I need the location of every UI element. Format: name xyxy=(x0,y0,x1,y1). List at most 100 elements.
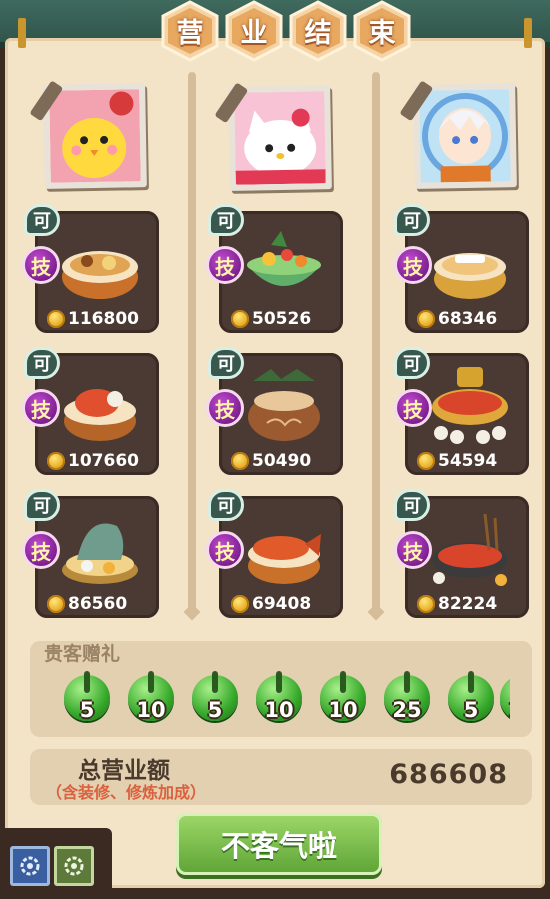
coin-icon xyxy=(47,595,65,613)
guest-avatar-2[interactable] xyxy=(214,82,332,191)
dish-price: 116800 xyxy=(47,309,157,329)
available-badge: 可 xyxy=(208,489,244,521)
jade-gift-icon[interactable]: 10 xyxy=(254,671,304,727)
jade-gift-icon[interactable]: 10 xyxy=(498,671,510,727)
available-badge-label: 可 xyxy=(33,496,51,517)
coin-icon xyxy=(231,595,249,613)
jade-gift-icon[interactable]: 5 xyxy=(62,671,112,727)
dish-price: 107660 xyxy=(47,451,157,471)
skill-badge: 技 xyxy=(22,389,60,427)
noodle-pot-dish-icon xyxy=(62,251,138,299)
gear-icon[interactable] xyxy=(54,846,94,886)
skill-badge: 技 xyxy=(206,531,244,569)
dish-price-value: 69408 xyxy=(252,594,312,614)
skill-badge-label: 技 xyxy=(215,254,235,279)
skill-badge: 技 xyxy=(394,246,432,284)
jade-gift-icon[interactable]: 10 xyxy=(318,671,368,727)
dish-price: 86560 xyxy=(47,594,157,614)
title-hex-3: 结 xyxy=(288,0,348,62)
gift-count: 10 xyxy=(136,698,166,722)
dish-price-value: 107660 xyxy=(68,451,139,471)
hotpot-feast-dish-icon xyxy=(432,367,508,444)
coin-icon xyxy=(47,452,65,470)
dish-price: 54594 xyxy=(417,451,527,471)
coin-icon xyxy=(417,452,435,470)
title-hex-2: 业 xyxy=(224,0,284,62)
skill-badge-label: 技 xyxy=(215,539,235,564)
available-badge: 可 xyxy=(24,489,60,521)
available-badge: 可 xyxy=(394,204,430,236)
available-badge-label: 可 xyxy=(403,496,421,517)
column-divider-1 xyxy=(188,72,196,616)
coin-icon xyxy=(417,310,435,328)
skill-badge: 技 xyxy=(22,531,60,569)
skill-badge-label: 技 xyxy=(215,397,235,422)
dish-price: 82224 xyxy=(417,594,527,614)
corner-toolbar xyxy=(0,828,112,899)
skill-badge-label: 技 xyxy=(31,254,51,279)
white-hair-boy-avatar-icon xyxy=(419,89,511,183)
salad-bowl-dish-icon xyxy=(247,231,321,286)
skill-badge-label: 技 xyxy=(403,254,423,279)
dish-price: 50526 xyxy=(231,309,341,329)
skill-badge: 技 xyxy=(394,531,432,569)
gift-count: 5 xyxy=(207,698,223,722)
available-badge: 可 xyxy=(394,347,430,379)
coin-icon xyxy=(47,310,65,328)
jade-gift-icon[interactable]: 5 xyxy=(446,671,496,727)
dish-price: 50490 xyxy=(231,451,341,471)
skill-badge: 技 xyxy=(22,246,60,284)
available-badge-label: 可 xyxy=(33,211,51,232)
gift-count: 10 xyxy=(264,698,294,722)
dish-price-value: 86560 xyxy=(68,594,128,614)
gift-count: 10 xyxy=(328,698,358,722)
clay-pot-dish-icon xyxy=(248,369,320,441)
available-badge: 可 xyxy=(24,347,60,379)
available-badge-label: 可 xyxy=(217,354,235,375)
guest-avatar-3[interactable] xyxy=(399,80,517,189)
total-revenue-value: 686608 xyxy=(389,759,508,790)
title-char-2: 业 xyxy=(240,17,268,49)
dish-price-value: 68346 xyxy=(438,309,498,329)
coin-icon xyxy=(231,452,249,470)
jade-gift-icon[interactable]: 25 xyxy=(382,671,432,727)
skill-badge-label: 技 xyxy=(31,397,51,422)
skill-badge: 技 xyxy=(206,389,244,427)
title-char-4: 束 xyxy=(368,17,396,49)
available-badge-label: 可 xyxy=(403,354,421,375)
skill-badge-label: 技 xyxy=(403,539,423,564)
jade-gift-icon[interactable]: 5 xyxy=(190,671,240,727)
dish-price: 69408 xyxy=(231,594,341,614)
gift-scroll-strip[interactable]: 5 10 5 10 10 25 5 10 xyxy=(38,667,510,731)
skill-badge-label: 技 xyxy=(403,397,423,422)
grill-feast-dish-icon xyxy=(432,513,508,586)
available-badge: 可 xyxy=(394,489,430,521)
jade-gift-icon[interactable]: 10 xyxy=(126,671,176,727)
fish-soup-dish-icon xyxy=(434,253,506,299)
gift-count: 5 xyxy=(463,698,479,722)
braised-fish-dish-icon xyxy=(248,534,321,584)
dish-price-value: 82224 xyxy=(438,594,498,614)
guest-gifts-panel: 贵客赠礼 5 10 5 10 10 25 5 10 xyxy=(30,641,532,737)
guest-gifts-label: 贵客赠礼 xyxy=(44,643,121,665)
title-hex-1: 营 xyxy=(160,0,220,62)
dish-price: 68346 xyxy=(417,309,527,329)
title: 营 业 结 束 xyxy=(156,0,416,64)
gift-count: 5 xyxy=(79,698,95,722)
title-char-3: 结 xyxy=(304,17,332,49)
available-badge-label: 可 xyxy=(33,354,51,375)
crab-pot-dish-icon xyxy=(64,389,136,441)
skill-badge-label: 技 xyxy=(31,539,51,564)
dish-price-value: 50526 xyxy=(252,309,312,329)
column-divider-2 xyxy=(372,72,380,616)
coin-icon xyxy=(417,595,435,613)
skill-badge: 技 xyxy=(206,246,244,284)
settings-gear-icon[interactable] xyxy=(10,846,50,886)
total-revenue-note: （含装修、修炼加成） xyxy=(46,783,207,802)
confirm-button[interactable]: 不客气啦 xyxy=(176,813,382,875)
available-badge: 可 xyxy=(208,347,244,379)
gift-count: 10 xyxy=(498,698,510,722)
title-char-1: 营 xyxy=(176,17,204,49)
available-badge-label: 可 xyxy=(217,211,235,232)
guest-avatar-1[interactable] xyxy=(29,80,147,189)
